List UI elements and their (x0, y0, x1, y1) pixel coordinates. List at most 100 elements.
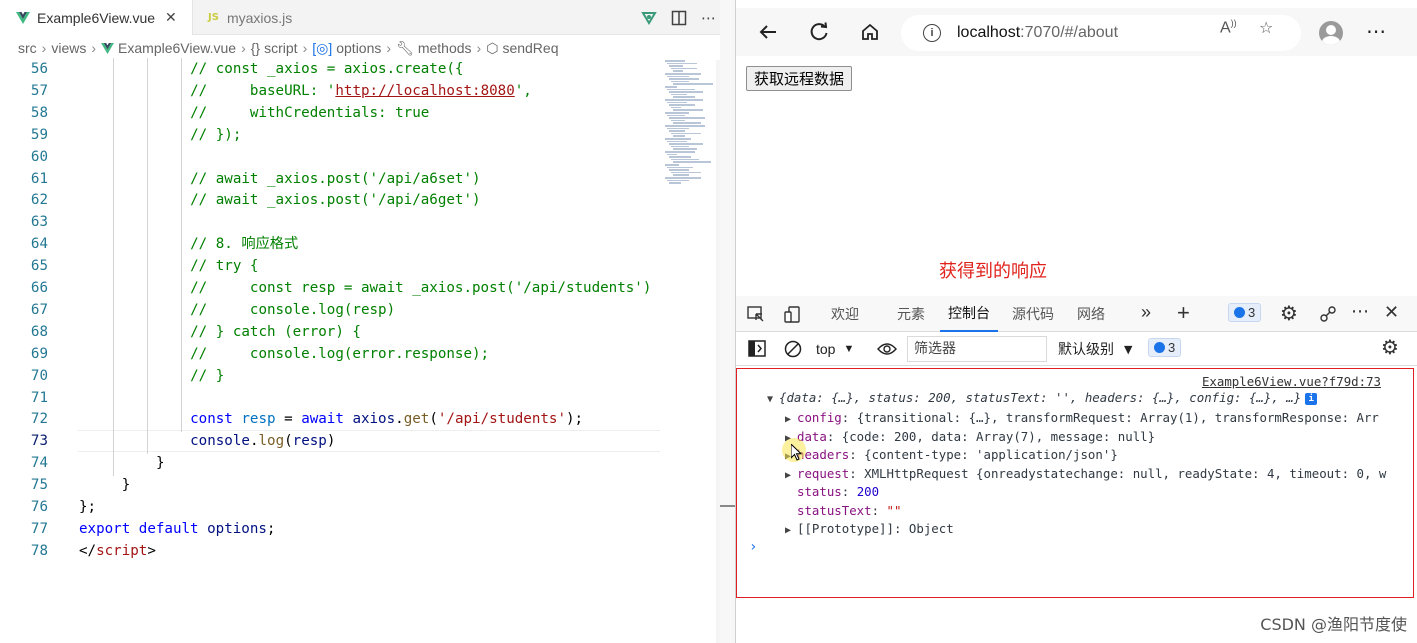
tab-network[interactable]: 网络 (1077, 296, 1105, 332)
console-property-row[interactable]: ▶ request: XMLHttpRequest {onreadystatech… (785, 465, 1413, 483)
code-line[interactable]: 69 // console.log(error.response); (0, 343, 660, 365)
breadcrumb-script[interactable]: script (264, 40, 297, 56)
messages-badge[interactable]: 3 (1148, 338, 1182, 357)
code-line[interactable]: 76}; (0, 496, 660, 518)
code-line[interactable]: 78 </script> (0, 540, 660, 562)
expand-triangle-icon[interactable]: ▶ (785, 522, 797, 538)
console-property-row[interactable]: statusText: "" (785, 502, 1413, 520)
tab-elements[interactable]: 元素 (897, 296, 925, 332)
refresh-button[interactable] (799, 8, 839, 56)
code-line[interactable]: 57 // baseURL: 'http://localhost:8080', (0, 80, 660, 102)
code-editor[interactable]: 56 // const _axios = axios.create({57 // b… (0, 58, 660, 643)
breadcrumb-src[interactable]: src (18, 40, 37, 56)
line-number: 68 (30, 323, 48, 340)
wrench-icon: 🔧︎ (396, 39, 414, 56)
connect-icon[interactable] (1319, 305, 1337, 323)
more-tabs-icon[interactable]: » (1141, 302, 1151, 323)
code-token: const (190, 411, 242, 428)
code-line[interactable]: 60 (0, 146, 660, 168)
add-tab-icon[interactable]: + (1177, 300, 1190, 326)
address-bar[interactable]: i localhost:7070/#/about (901, 15, 1301, 51)
breadcrumb-methods[interactable]: methods (418, 40, 472, 56)
object-property-icon: [◎] (312, 39, 333, 56)
expand-triangle-icon[interactable]: ▶ (785, 467, 797, 483)
console-settings-gear-icon[interactable]: ⚙ (1381, 335, 1399, 360)
console-property-row[interactable]: ▶ [[Prototype]]: Object (785, 520, 1413, 538)
read-aloud-icon[interactable]: A)) (1220, 18, 1237, 37)
code-line[interactable]: 68 // } catch (error) { (0, 321, 660, 343)
profile-avatar[interactable] (1319, 21, 1343, 45)
devtools-panel: 欢迎 元素 控制台 源代码 网络 » + 3 ⚙ ⋯ ✕ top ▼ 默认级别 ▼ … (736, 296, 1417, 643)
console-property-row[interactable]: ▶ config: {transitional: {…}, transformRe… (785, 409, 1413, 427)
console-output[interactable]: Example6View.vue?f79d:73 ▼ {data: {…}, st… (736, 368, 1414, 598)
source-link[interactable]: Example6View.vue?f79d:73 (1202, 374, 1381, 389)
filter-input[interactable] (907, 336, 1047, 362)
settings-gear-icon[interactable]: ⚙ (1280, 301, 1298, 326)
braces-icon: {} (250, 40, 261, 56)
minimap-line (673, 161, 711, 163)
console-prompt-chevron-icon[interactable]: › (749, 539, 757, 555)
more-actions-icon[interactable]: ⋯ (701, 9, 716, 27)
tab-welcome[interactable]: 欢迎 (831, 296, 859, 332)
code-line[interactable]: 58 // withCredentials: true (0, 102, 660, 124)
minimap-line (665, 151, 695, 153)
expand-triangle-icon[interactable]: ▶ (785, 411, 797, 427)
code-line[interactable]: 73 console.log(resp) (0, 430, 660, 453)
git-compare-icon[interactable] (641, 10, 657, 26)
minimap[interactable] (663, 60, 718, 190)
split-editor-icon[interactable] (671, 10, 687, 26)
eye-icon[interactable] (877, 341, 897, 357)
code-line[interactable]: 77 export default options; (0, 518, 660, 540)
tab-myaxios[interactable]: JS myaxios.js (194, 0, 334, 35)
fetch-remote-data-button[interactable]: 获取远程数据 (746, 66, 853, 91)
code-line[interactable]: 61 // await _axios.post('/api/a6set') (0, 168, 660, 190)
code-line[interactable]: 70 // } (0, 365, 660, 387)
console-property-row[interactable]: status: 200 (785, 483, 1413, 501)
console-property-row[interactable]: ▶ data: {code: 200, data: Array(7), messa… (785, 428, 1413, 446)
context-select[interactable]: top ▼ (816, 338, 854, 360)
clear-console-icon[interactable] (784, 340, 802, 358)
home-button[interactable] (850, 8, 890, 56)
sidebar-toggle-icon[interactable] (748, 340, 766, 357)
favorite-star-icon[interactable]: ☆ (1259, 18, 1273, 38)
tab-sources[interactable]: 源代码 (1012, 296, 1054, 332)
breadcrumb-file[interactable]: Example6View.vue (118, 40, 236, 56)
code-line[interactable]: 64 // 8. 响应格式 (0, 233, 660, 255)
info-icon[interactable]: i (923, 24, 941, 42)
log-level-select[interactable]: 默认级别 ▼ (1058, 338, 1132, 360)
code-line[interactable]: 56 // const _axios = axios.create({ (0, 58, 660, 80)
console-object-summary[interactable]: ▼ {data: {…}, status: 200, statusText: ''… (767, 389, 1413, 407)
code-token: log (258, 433, 285, 450)
inspect-element-icon[interactable] (747, 306, 765, 324)
browser-menu-icon[interactable]: ⋯ (1366, 19, 1386, 44)
code-line[interactable]: 62 // await _axios.post('/api/a6get') (0, 189, 660, 211)
property-separator: : (826, 428, 842, 444)
close-icon[interactable]: ✕ (165, 9, 177, 26)
tab-console[interactable]: 控制台 (940, 296, 998, 332)
device-emulation-icon[interactable] (784, 306, 802, 324)
back-button[interactable] (748, 8, 788, 56)
indent-guide (113, 58, 114, 476)
code-line[interactable]: 75} (0, 474, 660, 496)
issues-badge[interactable]: 3 (1228, 303, 1262, 322)
code-line[interactable]: 72 const resp = await axios.get('/api/stu… (0, 408, 660, 430)
breadcrumb-options[interactable]: options (336, 40, 381, 56)
editor-pane: Example6View.vue ✕ JS myaxios.js ⋯ src › … (0, 0, 720, 643)
code-line[interactable]: 67 // console.log(resp) (0, 299, 660, 321)
code-line[interactable]: 63 (0, 211, 660, 233)
tab-example6view[interactable]: Example6View.vue ✕ (0, 0, 193, 35)
close-devtools-icon[interactable]: ✕ (1384, 302, 1399, 323)
code-line[interactable]: 66 // const resp = await _axios.post('/ap… (0, 277, 660, 299)
code-line[interactable]: 59 // }); (0, 124, 660, 146)
code-line[interactable]: 65 // try { (0, 255, 660, 277)
devtools-menu-icon[interactable]: ⋯ (1351, 301, 1369, 322)
breadcrumb-views[interactable]: views (51, 40, 86, 56)
code-text: const resp = await axios.get('/api/stude… (190, 408, 583, 430)
pane-divider[interactable] (720, 0, 735, 643)
console-property-row[interactable]: ▶headers: {content-type: 'application/js… (785, 446, 1413, 464)
minimap-line (665, 73, 701, 75)
code-line[interactable]: 71 (0, 387, 660, 409)
property-key: request (797, 465, 850, 481)
code-line[interactable]: 74} (0, 452, 660, 474)
breadcrumb-sendreq[interactable]: sendReq (502, 40, 558, 56)
